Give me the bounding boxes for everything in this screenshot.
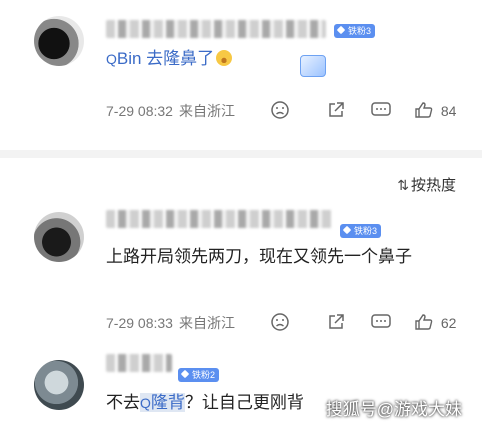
comment-time: 7-29 08:32 bbox=[106, 103, 173, 119]
emoji-face-icon bbox=[271, 313, 289, 331]
reply-button[interactable] bbox=[370, 312, 392, 334]
fan-badge: 铁粉3 bbox=[334, 24, 376, 38]
emoji-face-icon bbox=[271, 101, 289, 119]
comment-text-after: ？让自己更刚背 bbox=[184, 393, 304, 412]
comment-item: 铁粉3 QBin 去隆鼻了 7-29 08:32 来自浙江 84 bbox=[0, 0, 482, 150]
comment-time: 7-29 08:33 bbox=[106, 315, 173, 331]
like-button[interactable]: 84 bbox=[414, 100, 456, 122]
fan-badge: 铁粉2 bbox=[178, 368, 220, 382]
like-button[interactable]: 62 bbox=[414, 312, 456, 334]
sort-icon: ⇅ bbox=[397, 177, 409, 193]
section-divider bbox=[0, 150, 482, 158]
sticker-icon bbox=[300, 55, 326, 77]
username-blurred[interactable] bbox=[106, 210, 332, 228]
comment-text-content[interactable]: Bin 去隆鼻了 bbox=[117, 49, 214, 68]
share-button[interactable] bbox=[326, 100, 346, 122]
dislike-button[interactable] bbox=[270, 100, 290, 122]
username-blurred[interactable] bbox=[106, 354, 172, 372]
like-count: 84 bbox=[440, 103, 457, 119]
avatar[interactable] bbox=[34, 360, 84, 410]
dislike-button[interactable] bbox=[270, 312, 290, 334]
sort-toggle[interactable]: ⇅ 按热度 bbox=[397, 174, 456, 195]
like-count: 62 bbox=[440, 315, 457, 331]
share-icon bbox=[329, 314, 344, 329]
sort-label: 按热度 bbox=[410, 177, 456, 194]
comment-location: 来自浙江 bbox=[178, 103, 235, 119]
share-icon bbox=[329, 102, 344, 117]
watermark: 搜狐号@游戏大妹 bbox=[325, 400, 462, 419]
comment-item: 铁粉3 上路开局领先两刀，现在又领先一个鼻子 7-29 08:33 来自浙江 62 bbox=[0, 196, 482, 346]
comment-location: 来自浙江 bbox=[178, 315, 235, 331]
like-icon bbox=[415, 102, 433, 118]
comment-icon bbox=[371, 102, 391, 116]
comment-text[interactable]: 上路开局领先两刀，现在又领先一个鼻子 bbox=[106, 244, 456, 270]
emoji-icon bbox=[216, 50, 233, 66]
search-icon: Q bbox=[140, 395, 151, 411]
avatar[interactable] bbox=[34, 16, 84, 66]
search-link[interactable]: Q隆背 bbox=[140, 393, 185, 412]
username-blurred[interactable] bbox=[106, 20, 326, 38]
comment-meta: 7-29 08:32 来自浙江 bbox=[106, 100, 235, 122]
comment-meta: 7-29 08:33 来自浙江 bbox=[106, 312, 235, 334]
search-link-text: 隆背 bbox=[150, 393, 185, 412]
comment-text-before: 不去 bbox=[106, 393, 140, 412]
share-button[interactable] bbox=[326, 312, 346, 334]
comment-text: QBin 去隆鼻了 bbox=[106, 46, 233, 72]
comment-text: 不去Q隆背？让自己更刚背 bbox=[106, 390, 304, 416]
search-icon: Q bbox=[106, 51, 117, 67]
reply-button[interactable] bbox=[370, 100, 392, 122]
comment-icon bbox=[371, 314, 391, 328]
avatar[interactable] bbox=[34, 212, 84, 262]
like-icon bbox=[415, 314, 433, 330]
fan-badge: 铁粉3 bbox=[340, 224, 382, 238]
